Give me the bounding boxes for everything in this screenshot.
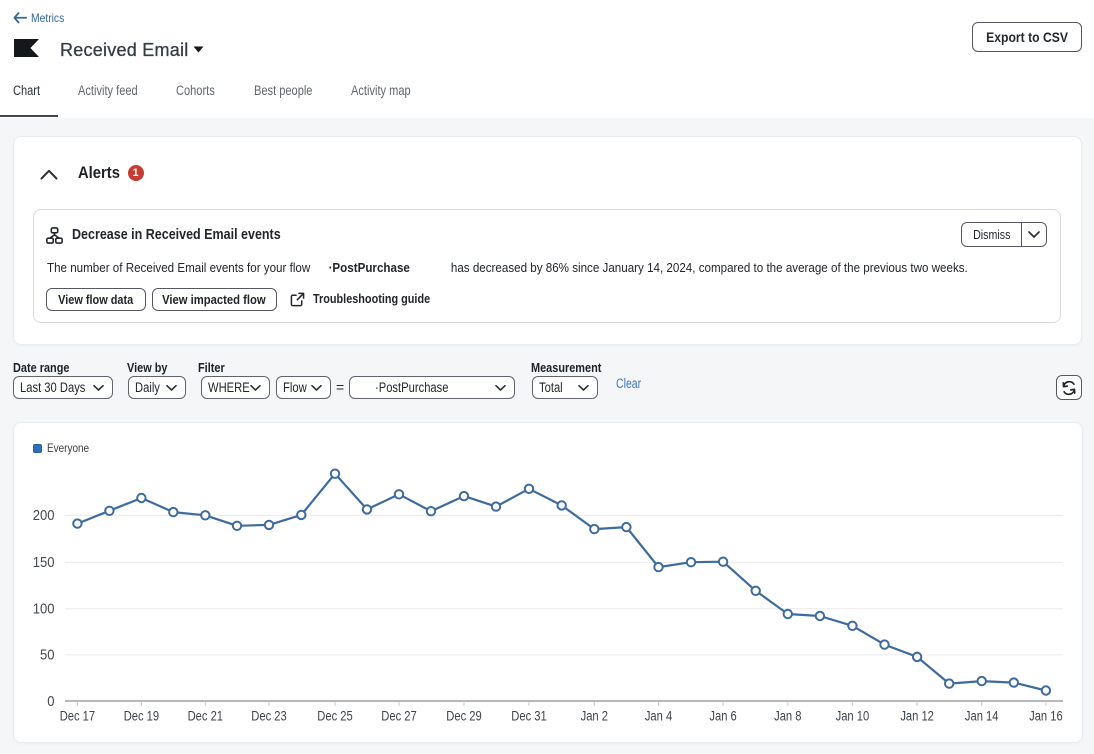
svg-text:Jan 4: Jan 4 bbox=[645, 708, 672, 723]
svg-text:Dec 29: Dec 29 bbox=[446, 708, 481, 723]
svg-text:Jan 8: Jan 8 bbox=[774, 708, 801, 723]
svg-text:Dec 17: Dec 17 bbox=[60, 708, 95, 723]
svg-text:Dec 31: Dec 31 bbox=[511, 708, 546, 723]
svg-text:Dec 27: Dec 27 bbox=[381, 708, 416, 723]
svg-text:150: 150 bbox=[33, 553, 55, 570]
svg-text:Dec 21: Dec 21 bbox=[188, 708, 223, 723]
svg-text:Jan 2: Jan 2 bbox=[581, 708, 608, 723]
svg-text:Dec 25: Dec 25 bbox=[317, 708, 352, 723]
svg-text:50: 50 bbox=[40, 646, 55, 663]
svg-text:200: 200 bbox=[33, 506, 55, 523]
svg-text:Jan 12: Jan 12 bbox=[900, 708, 934, 723]
svg-text:100: 100 bbox=[33, 600, 55, 617]
svg-text:Jan 14: Jan 14 bbox=[965, 708, 999, 723]
svg-text:Jan 10: Jan 10 bbox=[836, 708, 870, 723]
svg-text:Jan 6: Jan 6 bbox=[709, 708, 736, 723]
svg-text:Dec 19: Dec 19 bbox=[124, 708, 159, 723]
svg-text:Dec 23: Dec 23 bbox=[251, 708, 286, 723]
svg-text:0: 0 bbox=[47, 692, 54, 709]
svg-text:Jan 16: Jan 16 bbox=[1029, 708, 1063, 723]
